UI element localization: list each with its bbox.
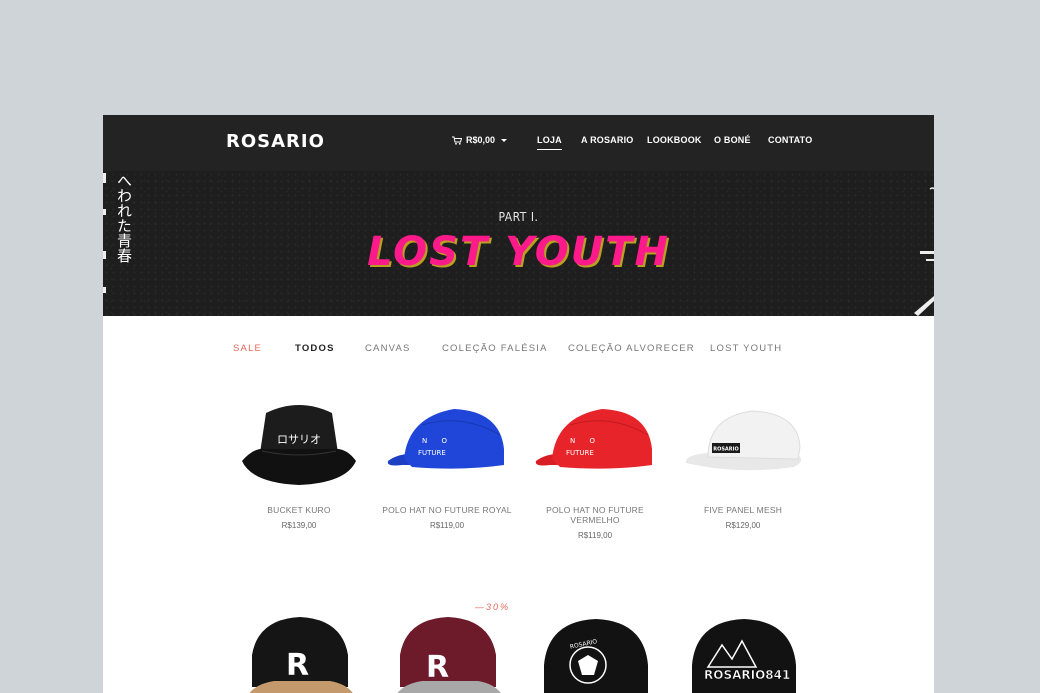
product-image[interactable]: ROSARIO: [525, 615, 665, 693]
product-price: R$139,00: [281, 521, 317, 530]
product-image[interactable]: R: [377, 615, 517, 693]
cap-text: ロサリオ: [277, 433, 321, 446]
product-image[interactable]: R: [229, 615, 369, 693]
filter-todos[interactable]: TODOS: [295, 343, 335, 354]
product-card[interactable]: ロサリオ BUCKET KURO R$139,00: [229, 395, 369, 530]
cap-text: N O: [422, 437, 453, 445]
product-card[interactable]: N O FUTURE POLO HAT NO FUTURE ROYAL R$11…: [377, 395, 517, 530]
cap-text: R: [426, 650, 449, 685]
top-navigation: ROSARIO R$0,00 LOJA A ROSARIO LOOKBOOK O…: [103, 115, 934, 171]
product-card[interactable]: N O FUTURE POLO HAT NO FUTURE VERMELHO R…: [525, 395, 665, 540]
cap-text: N O: [570, 437, 601, 445]
filter-sale[interactable]: SALE: [233, 343, 262, 354]
product-name[interactable]: BUCKET KURO: [229, 505, 369, 515]
filter-lost-youth[interactable]: LOST YOUTH: [710, 343, 782, 354]
nav-link-o-bone[interactable]: O BONÉ: [714, 135, 751, 145]
product-price: R$119,00: [577, 531, 613, 540]
product-card[interactable]: ROSARIO: [525, 615, 665, 693]
cap-text: FUTURE: [418, 449, 446, 457]
nav-link-contato[interactable]: CONTATO: [768, 135, 812, 145]
cap-text: ROSARIO: [713, 447, 739, 453]
cart-button[interactable]: R$0,00: [452, 135, 508, 145]
product-card[interactable]: R: [229, 615, 369, 693]
product-card[interactable]: ROSARIO FIVE PANEL MESH R$129,00: [673, 395, 813, 530]
cap-text: R: [286, 648, 309, 683]
product-name[interactable]: POLO HAT NO FUTURE ROYAL: [377, 505, 517, 515]
hero-title: LOST YOUTH: [367, 229, 670, 275]
cap-text: FUTURE: [566, 449, 594, 457]
nav-link-lookbook[interactable]: LOOKBOOK: [647, 135, 702, 145]
cap-text: ROSARIO841: [704, 668, 790, 682]
product-card[interactable]: R: [377, 615, 517, 693]
product-image[interactable]: ROSARIO841: [673, 615, 813, 693]
hero-banner: へわれた青春 PART I. LOST YOUTH: [103, 171, 934, 316]
hero-right-decoration: [914, 187, 934, 316]
hero-subtitle: PART I.: [498, 210, 539, 224]
product-card[interactable]: ROSARIO841: [673, 615, 813, 693]
browser-page: ROSARIO R$0,00 LOJA A ROSARIO LOOKBOOK O…: [103, 115, 934, 693]
site-logo[interactable]: ROSARIO: [226, 131, 325, 152]
chevron-down-icon: [501, 138, 508, 142]
product-image[interactable]: ロサリオ: [229, 395, 369, 505]
cart-icon: [452, 136, 462, 145]
nav-link-a-rosario[interactable]: A ROSARIO: [581, 135, 633, 145]
product-name[interactable]: FIVE PANEL MESH: [673, 505, 813, 515]
product-image[interactable]: N O FUTURE: [525, 395, 665, 505]
product-image[interactable]: ROSARIO: [673, 395, 813, 505]
product-name[interactable]: POLO HAT NO FUTURE VERMELHO: [525, 505, 665, 525]
product-image[interactable]: N O FUTURE: [377, 395, 517, 505]
nav-link-loja[interactable]: LOJA: [537, 135, 562, 150]
filter-colecao-falesia[interactable]: COLEÇÃO FALÉSIA: [442, 343, 548, 354]
filter-canvas[interactable]: CANVAS: [365, 343, 411, 354]
discount-badge: —30%: [475, 602, 511, 612]
cart-total: R$0,00: [466, 135, 496, 145]
product-price: R$129,00: [725, 521, 761, 530]
product-price: R$119,00: [429, 521, 465, 530]
filter-colecao-alvorecer[interactable]: COLEÇÃO ALVORECER: [568, 343, 695, 354]
